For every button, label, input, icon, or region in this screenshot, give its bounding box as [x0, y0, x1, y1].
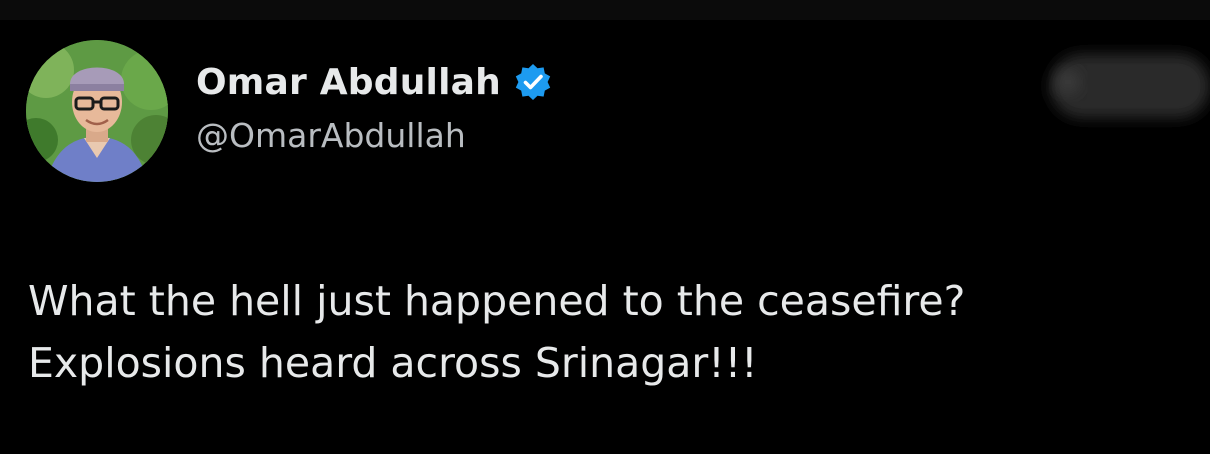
display-name[interactable]: Omar Abdullah — [196, 62, 501, 103]
top-divider — [0, 0, 1210, 20]
profile-photo-icon — [26, 40, 168, 182]
tweet-card: Omar Abdullah @OmarAbdullah What the hel… — [0, 0, 1210, 454]
tweet-text: What the hell just happened to the cease… — [28, 270, 1188, 394]
verified-badge-icon[interactable] — [513, 62, 553, 102]
user-handle[interactable]: @OmarAbdullah — [196, 116, 553, 155]
tweet-line: What the hell just happened to the cease… — [28, 277, 966, 325]
name-row: Omar Abdullah — [196, 56, 553, 108]
blurred-action-button[interactable] — [1040, 40, 1210, 130]
more-options-icon — [1050, 54, 1210, 118]
tweet-line: Explosions heard across Srinagar!!! — [28, 339, 758, 387]
user-info: Omar Abdullah @OmarAbdullah — [196, 56, 553, 155]
avatar[interactable] — [26, 40, 168, 182]
